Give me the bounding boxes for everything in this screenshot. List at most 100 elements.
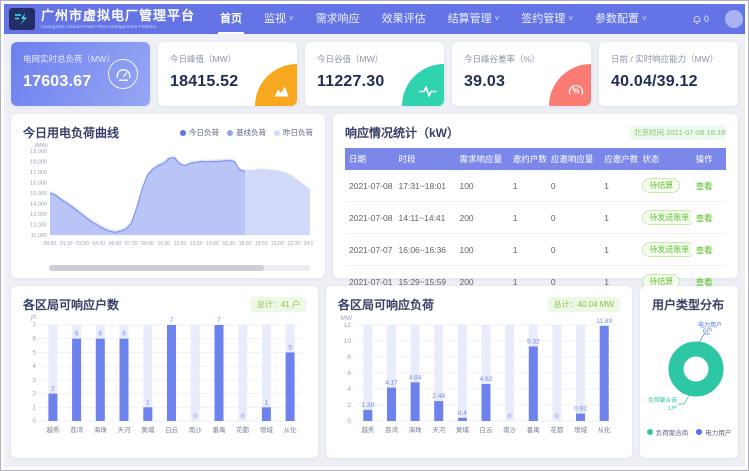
- avatar[interactable]: [725, 10, 743, 28]
- svg-text:花都: 花都: [550, 425, 564, 434]
- nav-item-home[interactable]: 首页: [218, 4, 244, 34]
- table-cell: 100: [455, 234, 508, 266]
- legend-label: 负荷聚合商: [656, 427, 689, 437]
- load-total-badge: 总计：40.04 MW: [548, 297, 620, 312]
- chevron-down-icon: ˅: [289, 14, 294, 23]
- nav-item-demand-response[interactable]: 需求响应: [314, 4, 362, 34]
- table-cell: 0: [547, 202, 600, 234]
- svg-text:12: 12: [344, 322, 352, 329]
- donut-segment: [676, 349, 716, 389]
- svg-text:07:30: 07:30: [125, 241, 138, 247]
- nav-item-monitor[interactable]: 监视˅: [262, 4, 296, 34]
- main-nav: 首页监视˅ 需求响应效果评估结算管理˅ 签约管理˅ 参数配置˅: [209, 4, 658, 34]
- nav-item-parameter-config[interactable]: 参数配置˅: [593, 4, 649, 34]
- svg-text:从化: 从化: [284, 425, 298, 434]
- svg-text:增城: 增城: [260, 425, 274, 434]
- district-load-title: 各区局可响应负荷: [338, 296, 434, 313]
- table-header: 应邀响应量: [547, 148, 600, 170]
- bar: [96, 339, 105, 421]
- notification-indicator[interactable]: 0: [693, 14, 709, 24]
- district-households-title: 各区局可响应户数: [23, 296, 119, 313]
- user-type-donut-chart: 电力用户0户负荷聚合商1户: [646, 317, 732, 425]
- households-total-badge: 总计：41 户: [251, 297, 306, 312]
- svg-text:0: 0: [32, 418, 36, 425]
- district-load-chart: 024681012MW1.39越秀4.17荔湾4.84海珠2.49天河0.4黄埔…: [338, 313, 620, 447]
- svg-text:10: 10: [344, 338, 352, 345]
- area-chart-icon: [255, 64, 297, 106]
- svg-text:5: 5: [288, 344, 292, 351]
- bell-icon: [693, 15, 701, 24]
- svg-text:4.17: 4.17: [385, 380, 398, 387]
- status-badge: 待发送账单: [642, 210, 691, 225]
- bar: [167, 325, 176, 421]
- svg-text:01:30: 01:30: [60, 241, 73, 247]
- beijing-time-badge: 北京时间 2021-07-08 18:18: [630, 125, 726, 140]
- legend-item-2[interactable]: 昨日负荷: [274, 127, 313, 138]
- gauge-icon: [108, 59, 138, 89]
- nav-item-effect-evaluation[interactable]: 效果评估: [380, 4, 428, 34]
- table-header: 操作: [692, 148, 726, 170]
- load-curve-legend: 今日负荷基线负荷 昨日负荷: [180, 127, 313, 138]
- response-stats-panel: 响应情况统计（kW） 北京时间 2021-07-08 18:18 日期时段需求响…: [333, 114, 738, 278]
- svg-text:番禺: 番禺: [527, 426, 540, 434]
- table-cell: 0: [547, 234, 600, 266]
- svg-text:0.92: 0.92: [574, 406, 587, 413]
- svg-text:1.39: 1.39: [361, 402, 374, 409]
- view-link[interactable]: 查看: [696, 277, 713, 287]
- svg-text:天河: 天河: [118, 426, 132, 434]
- svg-text:10:30: 10:30: [157, 241, 170, 247]
- table-cell: 14:11~14:41: [395, 202, 456, 234]
- user-type-legend-item-1[interactable]: 电力用户: [696, 427, 731, 437]
- bar: [72, 339, 81, 421]
- table-cell: 2021-07-08: [345, 202, 395, 234]
- kpi-card-1: 今日峰值（MW）18415.52: [158, 42, 297, 106]
- svg-text:0: 0: [508, 413, 512, 420]
- status-cell: 待发送账单: [638, 234, 691, 266]
- legend-item-1[interactable]: 基线负荷: [227, 127, 266, 138]
- table-cell: 1: [600, 170, 638, 202]
- nav-item-settlement[interactable]: 结算管理˅: [446, 4, 502, 34]
- svg-text:0: 0: [347, 418, 351, 425]
- svg-text:1: 1: [32, 404, 36, 411]
- svg-text:电力用户: 电力用户: [698, 321, 722, 329]
- svg-text:12,000: 12,000: [30, 223, 47, 229]
- svg-text:04:30: 04:30: [92, 241, 105, 247]
- svg-text:19,000: 19,000: [30, 149, 47, 155]
- legend-label: 昨日负荷: [283, 127, 313, 138]
- svg-text:MW: MW: [340, 315, 352, 322]
- svg-text:6: 6: [347, 370, 351, 377]
- chart-scrollbar-thumb[interactable]: [49, 265, 264, 271]
- bar: [363, 410, 372, 421]
- table-cell: 2021-07-08: [345, 170, 395, 202]
- table-header: 日期: [345, 148, 395, 170]
- user-type-legend-item-0[interactable]: 负荷聚合商: [647, 427, 689, 437]
- view-link[interactable]: 查看: [696, 181, 713, 191]
- bar-background: [552, 325, 561, 421]
- kpi-value: 40.04/39.12: [611, 73, 726, 91]
- bar: [411, 382, 420, 421]
- nav-item-contract[interactable]: 签约管理˅: [519, 4, 575, 34]
- svg-text:白云: 白云: [165, 425, 179, 434]
- svg-text:越秀: 越秀: [361, 425, 375, 434]
- svg-text:黄埔: 黄埔: [141, 425, 155, 434]
- user-type-title: 用户类型分布: [652, 296, 724, 313]
- chart-scrollbar[interactable]: [49, 265, 311, 271]
- table-header: 需求响应量: [455, 148, 508, 170]
- svg-text:南沙: 南沙: [503, 425, 517, 434]
- legend-item-0[interactable]: 今日负荷: [180, 127, 219, 138]
- table-cell: 0: [547, 170, 600, 202]
- svg-text:(MW): (MW): [35, 143, 49, 149]
- svg-text:4: 4: [347, 386, 351, 393]
- bar: [458, 418, 467, 421]
- svg-text:8: 8: [347, 354, 351, 361]
- svg-text:黄埔: 黄埔: [456, 425, 470, 434]
- kpi-label: 今日峰谷差率（%）: [464, 53, 579, 65]
- view-link[interactable]: 查看: [696, 245, 713, 255]
- district-load-panel: 各区局可响应负荷 总计：40.04 MW 024681012MW1.39越秀4.…: [326, 286, 632, 458]
- svg-text:3: 3: [32, 377, 36, 384]
- bar-background: [238, 325, 247, 421]
- status-badge: 待发送账单: [642, 242, 691, 257]
- chevron-down-icon: ˅: [642, 14, 647, 23]
- svg-text:09:00: 09:00: [141, 241, 154, 247]
- view-link[interactable]: 查看: [696, 213, 713, 223]
